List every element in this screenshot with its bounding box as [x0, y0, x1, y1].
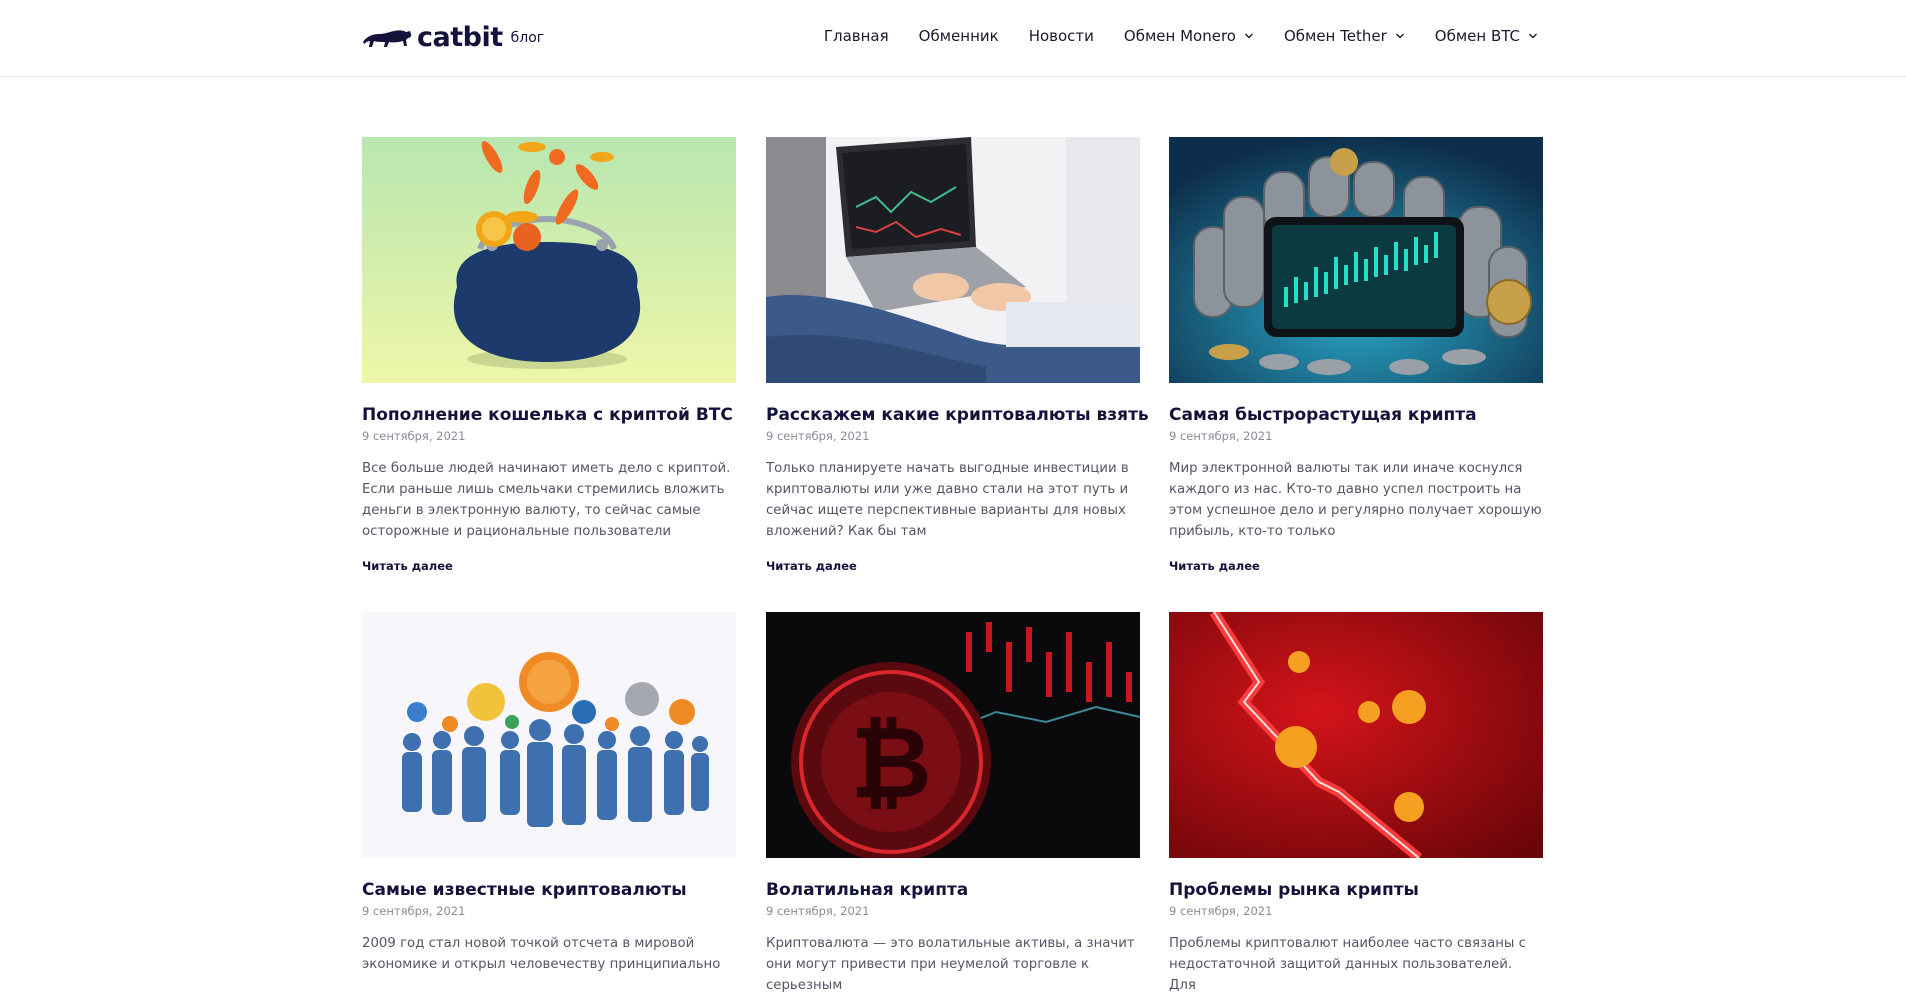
chevron-down-icon: [1244, 33, 1253, 39]
laptop-trading-image: [766, 137, 1140, 383]
post-card: ₿ Волатильная крипта 9 сентября, 2021 Кр…: [766, 612, 1140, 996]
post-date: 9 сентября, 2021: [1169, 904, 1273, 919]
post-excerpt: Все больше людей начинают иметь дело с к…: [362, 461, 731, 540]
post-thumbnail-phone-coins[interactable]: [1169, 137, 1543, 383]
nav-news[interactable]: Новости: [1029, 27, 1094, 45]
nav-label: Обмен BTC: [1434, 27, 1520, 45]
read-more-link[interactable]: Читать далее: [766, 559, 857, 573]
post-thumbnail-falling-chart[interactable]: [1169, 612, 1543, 858]
logo-name: catbit: [417, 21, 503, 53]
people-crypto-icons-image: [362, 612, 736, 858]
nav-exchanger[interactable]: Обменник: [919, 27, 999, 45]
post-title[interactable]: Самые известные криптовалюты: [362, 880, 736, 901]
phone-with-coins-image: [1169, 137, 1543, 383]
site-logo[interactable]: catbit блог: [361, 20, 544, 54]
main-nav: Главная Обменник Новости Обмен Monero Об…: [794, 27, 1538, 45]
post-card: Самые известные криптовалюты 9 сентября,…: [362, 612, 736, 975]
post-title[interactable]: Самая быстрорастущая крипта: [1169, 405, 1543, 426]
nav-label: Обмен Tether: [1283, 27, 1387, 45]
post-card: Пополнение кошелька с криптой BTC 9 сент…: [362, 137, 736, 574]
nav-label: Обменник: [918, 27, 999, 45]
post-excerpt: Мир электронной валюты так или иначе кос…: [1169, 461, 1542, 540]
post-card: Расскажем какие криптовалюты взять 9 сен…: [766, 137, 1149, 574]
nav-label: Обмен Monero: [1123, 27, 1236, 45]
post-card: Проблемы рынка крипты 9 сентября, 2021 П…: [1169, 612, 1543, 996]
post-excerpt: Криптовалюта — это волатильные активы, а…: [766, 936, 1135, 994]
nav-home[interactable]: Главная: [824, 27, 889, 45]
post-date: 9 сентября, 2021: [766, 904, 870, 919]
post-excerpt: Только планируете начать выгодные инвест…: [766, 461, 1129, 540]
post-date: 9 сентября, 2021: [1169, 429, 1273, 444]
post-card: Самая быстрорастущая крипта 9 сентября, …: [1169, 137, 1543, 574]
read-more-link[interactable]: Читать далее: [362, 559, 453, 573]
red-bitcoin-image: ₿: [766, 612, 1140, 858]
nav-exchange-btc[interactable]: Обмен BTC: [1435, 27, 1538, 45]
post-thumbnail-people[interactable]: [362, 612, 736, 858]
nav-label: Новости: [1028, 27, 1094, 45]
post-date: 9 сентября, 2021: [362, 429, 466, 444]
post-thumbnail-red-bitcoin[interactable]: ₿: [766, 612, 1140, 858]
read-more-link[interactable]: Читать далее: [1169, 559, 1260, 573]
post-date: 9 сентября, 2021: [362, 904, 466, 919]
nav-exchange-monero[interactable]: Обмен Monero: [1124, 27, 1254, 45]
nav-label: Главная: [823, 27, 889, 45]
svg-text:₿: ₿: [850, 704, 932, 821]
panther-logo-icon: [363, 30, 412, 47]
post-title[interactable]: Пополнение кошелька с криптой BTC: [362, 405, 736, 426]
logo-subtitle: блог: [510, 30, 545, 46]
post-title[interactable]: Расскажем какие криптовалюты взять: [766, 405, 1149, 426]
nav-exchange-tether[interactable]: Обмен Tether: [1284, 27, 1405, 45]
site-header: catbit блог Главная Обменник Новости Обм…: [0, 0, 1906, 77]
post-date: 9 сентября, 2021: [766, 429, 870, 444]
chevron-down-icon: [1395, 33, 1404, 39]
purse-with-coins-image: [362, 137, 736, 383]
post-excerpt: Проблемы криптовалют наиболее часто связ…: [1169, 936, 1526, 994]
falling-chart-image: [1169, 612, 1543, 858]
post-title[interactable]: Волатильная крипта: [766, 880, 1140, 901]
post-thumbnail-purse[interactable]: [362, 137, 736, 383]
chevron-down-icon: [1529, 33, 1537, 39]
post-thumbnail-laptop[interactable]: [766, 137, 1140, 383]
post-title[interactable]: Проблемы рынка крипты: [1169, 880, 1543, 901]
